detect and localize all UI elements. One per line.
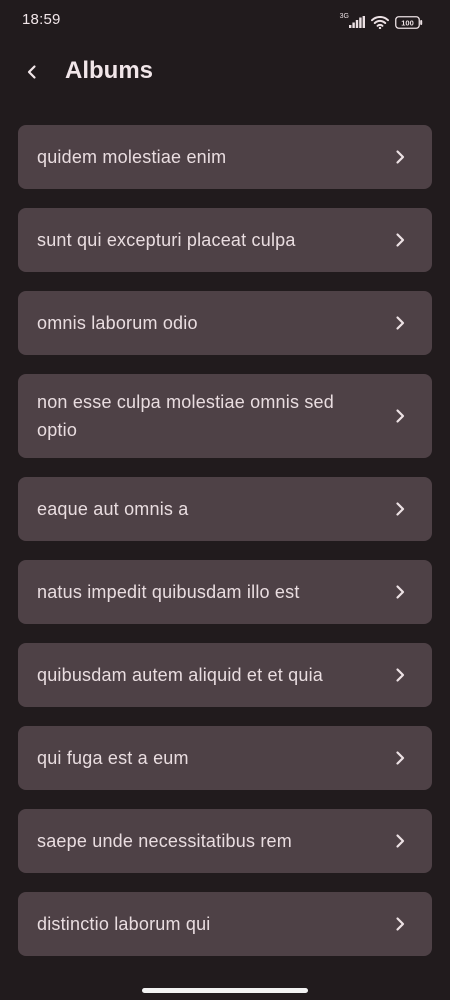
back-button[interactable] (16, 56, 48, 88)
chevron-right-icon (396, 917, 405, 931)
album-title: non esse culpa molestiae omnis sed optio (37, 392, 334, 440)
album-item[interactable]: natus impedit quibusdam illo est (18, 560, 432, 624)
album-title: distinctio laborum qui (37, 914, 211, 934)
back-chevron-icon (27, 65, 36, 79)
chevron-right-icon (396, 585, 405, 599)
album-item[interactable]: quibusdam autem aliquid et et quia (18, 643, 432, 707)
album-title: quibusdam autem aliquid et et quia (37, 665, 323, 685)
signal-icon (349, 16, 365, 28)
status-time: 18:59 (22, 11, 61, 28)
album-title: quidem molestiae enim (37, 147, 227, 167)
wifi-icon (371, 15, 389, 29)
album-item[interactable]: saepe unde necessitatibus rem (18, 809, 432, 873)
album-title: qui fuga est a eum (37, 748, 189, 768)
status-bar: 18:59 3G 100 (0, 0, 450, 44)
network-type-label: 3G (339, 13, 349, 20)
chevron-right-icon (396, 668, 405, 682)
chevron-right-icon (396, 751, 405, 765)
chevron-right-icon (396, 502, 405, 516)
album-title: natus impedit quibusdam illo est (37, 582, 300, 602)
album-title: saepe unde necessitatibus rem (37, 831, 292, 851)
status-icons: 3G 100 (340, 12, 423, 32)
album-title: omnis laborum odio (37, 313, 198, 333)
album-item[interactable]: eaque aut omnis a (18, 477, 432, 541)
album-title: sunt qui excepturi placeat culpa (37, 230, 296, 250)
chevron-right-icon (396, 409, 405, 423)
battery-icon: 100 (395, 15, 423, 29)
chevron-right-icon (396, 834, 405, 848)
album-title: eaque aut omnis a (37, 499, 189, 519)
chevron-right-icon (396, 233, 405, 247)
album-item[interactable]: omnis laborum odio (18, 291, 432, 355)
home-indicator[interactable] (142, 988, 308, 993)
album-item[interactable]: quidem molestiae enim (18, 125, 432, 189)
album-item[interactable]: sunt qui excepturi placeat culpa (18, 208, 432, 272)
battery-level: 100 (401, 18, 414, 27)
album-list: quidem molestiae enim sunt qui excepturi… (18, 125, 432, 956)
album-item[interactable]: distinctio laborum qui (18, 892, 432, 956)
app-bar: Albums (0, 44, 450, 100)
page-title: Albums (65, 57, 154, 84)
chevron-right-icon (396, 316, 405, 330)
album-item[interactable]: qui fuga est a eum (18, 726, 432, 790)
chevron-right-icon (396, 150, 405, 164)
album-item[interactable]: non esse culpa molestiae omnis sed optio (18, 374, 432, 458)
